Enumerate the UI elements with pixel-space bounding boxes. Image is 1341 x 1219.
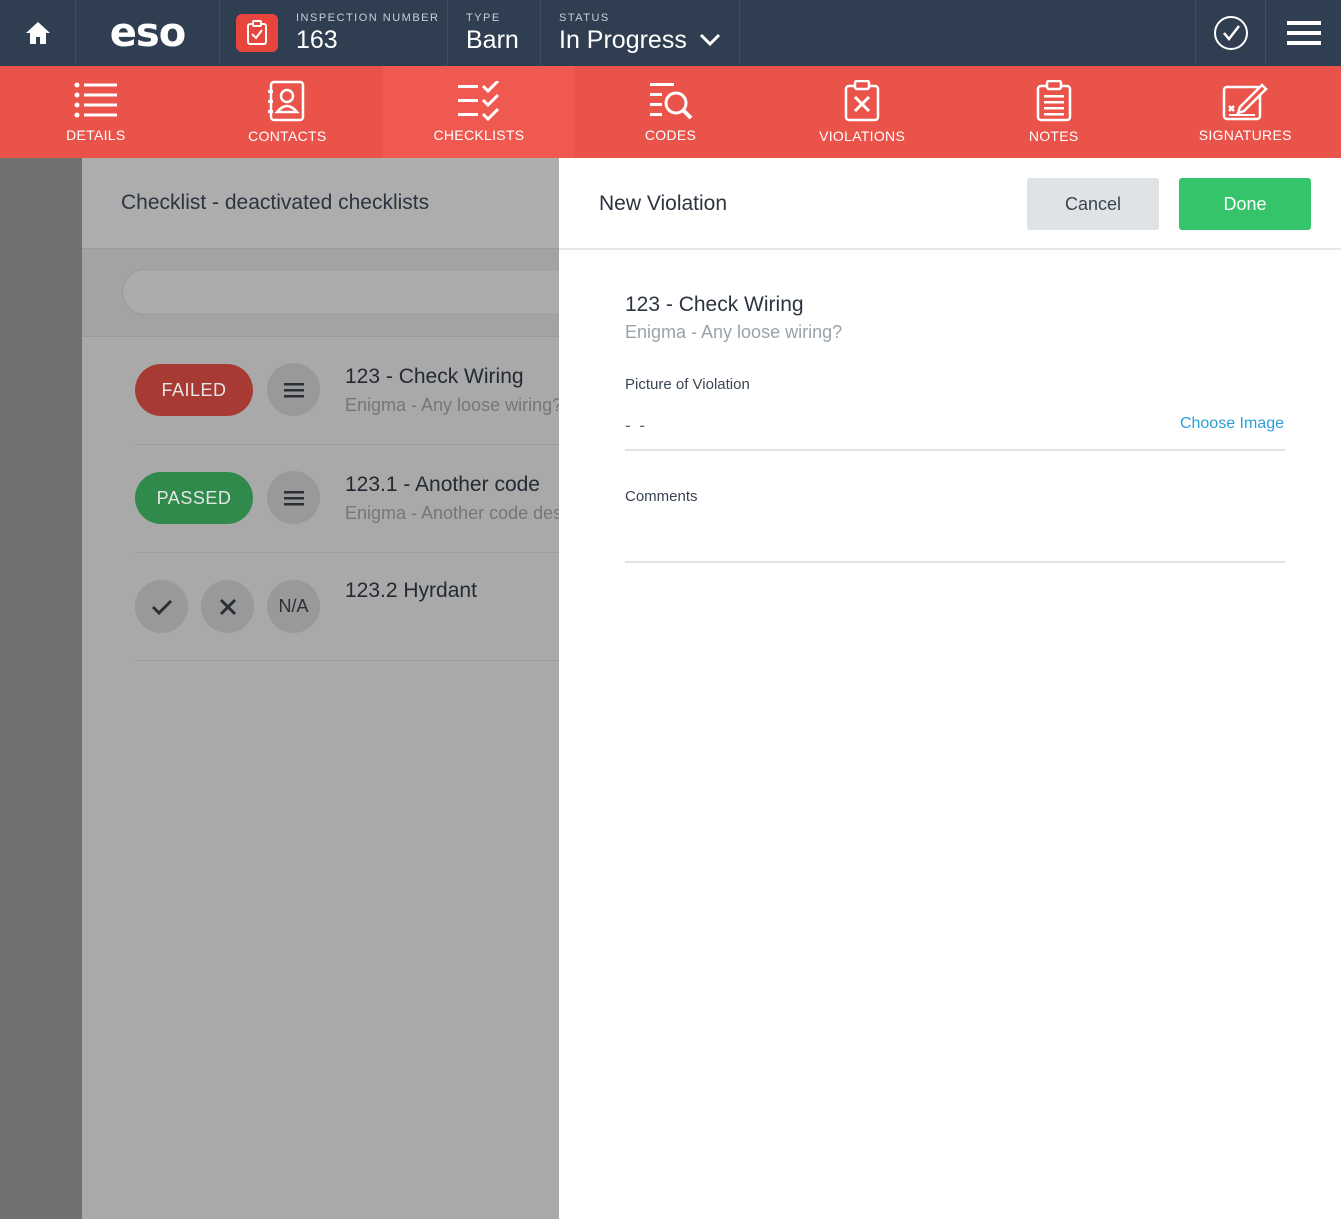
contacts-icon (268, 80, 305, 122)
tab-checklists[interactable]: CHECKLISTS (383, 66, 575, 158)
eso-logo: eso (76, 0, 220, 66)
passed-status-badge[interactable]: PASSED (135, 472, 253, 524)
tab-details[interactable]: DETAILS (0, 66, 192, 158)
checklist-pane: Checklist - deactivated checklists FAILE… (82, 158, 559, 1219)
notes-icon (1036, 80, 1071, 122)
tab-label: CHECKLISTS (433, 127, 525, 143)
section-tabs: DETAILS CONTACTS CHECKLISTS CODES VIOLAT… (0, 66, 1341, 158)
check-circle-icon (1213, 16, 1248, 50)
tab-label: VIOLATIONS (819, 128, 906, 144)
hamburger-icon (1286, 21, 1321, 45)
clipboard-check-icon (236, 14, 278, 52)
item-title: 123.1 - Another code (345, 473, 540, 496)
tab-violations[interactable]: VIOLATIONS (766, 66, 958, 158)
sidebar-overlay (0, 158, 82, 1219)
checklist-header: Checklist - deactivated checklists (82, 158, 559, 249)
chevron-down-icon (699, 33, 720, 47)
failed-status-badge[interactable]: FAILED (135, 364, 253, 416)
done-button[interactable]: Done (1179, 178, 1311, 230)
close-icon (219, 598, 236, 615)
signature-icon (1223, 83, 1269, 121)
new-violation-panel: New Violation Cancel Done 123 - Check Wi… (559, 158, 1341, 1219)
panel-header: New Violation Cancel Done (559, 158, 1341, 250)
inspection-number-value: 163 (296, 25, 338, 54)
type-label: TYPE (466, 11, 501, 24)
check-icon (151, 599, 172, 615)
checklist-search-input[interactable] (122, 269, 559, 315)
list-item[interactable]: FAILED 123 - Check Wiring Enigma - Any l… (134, 337, 559, 445)
tab-notes[interactable]: NOTES (958, 66, 1150, 158)
tab-label: CONTACTS (248, 128, 327, 144)
violation-code-subtitle: Enigma - Any loose wiring? (625, 322, 843, 342)
tab-label: CODES (644, 127, 697, 143)
complete-button[interactable] (1195, 0, 1265, 66)
clipboard-x-icon (844, 80, 880, 122)
item-menu-button[interactable] (267, 363, 320, 416)
checklist-title: Checklist - deactivated checklists (121, 191, 430, 214)
status-dropdown[interactable]: STATUS In Progress (541, 0, 740, 66)
search-list-icon (649, 83, 692, 120)
pass-button[interactable] (135, 580, 188, 633)
choose-image-link[interactable]: Choose Image (1180, 415, 1284, 433)
home-button[interactable] (0, 0, 76, 66)
tab-contacts[interactable]: CONTACTS (192, 66, 384, 158)
list-icon (74, 82, 117, 118)
comments-input[interactable] (625, 561, 1285, 563)
checklist-icon (457, 81, 499, 121)
tab-label: NOTES (1028, 128, 1079, 144)
fail-button[interactable] (201, 580, 254, 633)
panel-title: New Violation (599, 192, 728, 215)
picture-field-divider (625, 449, 1285, 451)
tab-signatures[interactable]: SIGNATURES (1149, 66, 1341, 158)
item-menu-button[interactable] (267, 471, 320, 524)
comments-label: Comments (625, 488, 698, 505)
inspection-number: INSPECTION NUMBER 163 (220, 0, 448, 66)
hamburger-icon (283, 382, 304, 397)
na-button[interactable]: N/A (267, 580, 320, 633)
status-value: In Progress (559, 25, 687, 54)
picture-value: - - (625, 416, 648, 435)
top-bar: eso INSPECTION NUMBER 163 TYPE Barn STAT… (0, 0, 1341, 66)
list-item[interactable]: PASSED 123.1 - Another code Enigma - Ano… (134, 445, 559, 553)
item-subtitle: Enigma - Any loose wiring? (345, 395, 559, 415)
list-item[interactable]: N/A 123.2 Hyrdant (134, 553, 559, 661)
tab-label: SIGNATURES (1198, 127, 1292, 143)
picture-label: Picture of Violation (625, 376, 750, 393)
violation-code-title: 123 - Check Wiring (625, 293, 804, 316)
item-title: 123.2 Hyrdant (345, 579, 477, 602)
tab-codes[interactable]: CODES (575, 66, 767, 158)
item-subtitle: Enigma - Another code description (345, 503, 559, 523)
status-label: STATUS (559, 11, 610, 24)
checklist-search-bar (82, 249, 559, 337)
tab-label: DETAILS (66, 127, 126, 143)
hamburger-icon (283, 490, 304, 505)
home-icon (25, 22, 50, 44)
item-title: 123 - Check Wiring (345, 365, 524, 388)
inspection-number-label: INSPECTION NUMBER (296, 11, 440, 24)
menu-button[interactable] (1265, 0, 1341, 66)
type-field: TYPE Barn (448, 0, 541, 66)
cancel-button[interactable]: Cancel (1027, 178, 1159, 230)
type-value: Barn (466, 25, 519, 54)
